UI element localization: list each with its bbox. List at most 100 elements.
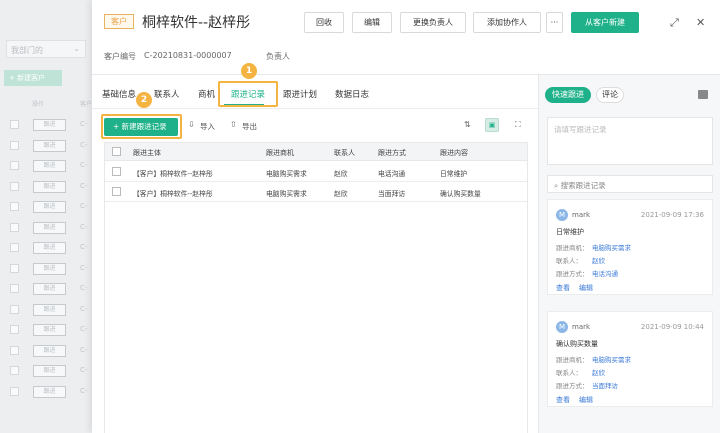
background-row-checkbox [10,222,19,232]
cell-subject[interactable]: 【客户】桐梓软件--赵梓彤 [133,168,213,178]
background-row-tag: 跟进 [33,201,66,213]
tab-basic-info[interactable]: 基础信息 [102,88,136,100]
card-contact-label: 联系人： [556,369,582,377]
background-row: 跟进 C- [0,196,92,218]
background-row: 跟进 C- [0,299,92,321]
background-row-id: C- [80,345,88,354]
background-row-id: C- [80,304,88,313]
search-icon: ⌕ [554,181,561,190]
tab-comments[interactable]: 评论 [596,87,624,103]
background-header-customer: 客户 [80,101,92,108]
follow-up-card: M mark 2021-09-09 10:44 确认购买数量 跟进商机： 电脑购买… [547,311,713,407]
cell-contact: 赵欣 [334,170,348,178]
card-opportunity: 跟进商机： 电脑购买需求 [556,242,631,252]
card-contact: 联系人： 赵欣 [556,367,605,377]
cell-content: 日常维护 [440,170,468,178]
expand-icon[interactable]: ⤢ [670,16,679,30]
edit-link[interactable]: 编辑 [579,284,593,292]
background-row: 跟进 C- [0,381,92,403]
avatar: M [556,321,568,333]
add-collaborator-button[interactable]: 添加协作人 [473,12,541,33]
background-row: 跟进 C- [0,237,92,259]
background-row-id: C- [80,202,88,210]
background-row-checkbox [10,181,19,191]
background-row-id: C- [80,120,88,128]
import-button[interactable]: 导入 [200,121,215,132]
tab-data-log[interactable]: 数据日志 [335,88,369,100]
table-row[interactable]: 【客户】桐梓软件--赵梓彤 电脑购买需求 赵欣 电话沟通 日常维护 [105,162,527,182]
recycle-button[interactable]: 回收 [304,12,344,33]
card-actions: 查看 编辑 [556,283,602,293]
collapse-sidebar-icon[interactable] [698,90,708,99]
card-title: 确认购买数量 [556,340,598,348]
more-button[interactable]: ··· [546,12,563,33]
row-checkbox[interactable] [112,187,121,196]
fullscreen-icon[interactable]: ⛶ [515,120,521,130]
select-all-checkbox[interactable] [112,147,121,156]
background-customer-list: 我部门的 ⌄ + 新建客户 操作 客户 跟进 C- 跟进 C- 跟进 C- 跟进 C- 跟进 C- 跟… [0,0,92,433]
card-actions: 查看 编辑 [556,395,602,405]
background-row-id: C- [80,243,88,251]
background-row: 跟进 C- [0,319,92,341]
card-opportunity-link[interactable]: 电脑购买需求 [592,354,631,364]
create-from-customer-button[interactable]: 从客户新建 [571,12,639,33]
tab-follow-up-plans[interactable]: 跟进计划 [283,88,317,100]
background-row-id: C- [80,386,88,395]
import-icon[interactable]: ⇩ [188,120,195,129]
follow-up-textarea[interactable]: 请填写跟进记录 [547,117,713,165]
close-icon[interactable]: ✕ [696,16,705,29]
search-records-input[interactable]: ⌕ 搜索跟进记录 [547,175,713,193]
card-contact-link[interactable]: 赵欣 [592,255,605,265]
card-date: 2021-09-09 17:36 [640,211,704,219]
department-select[interactable]: 我部门的 ⌄ [6,40,86,58]
cell-subject[interactable]: 【客户】桐梓软件--赵梓彤 [133,188,213,198]
background-row-checkbox [10,120,19,129]
background-row-checkbox [10,325,19,334]
edit-link[interactable]: 编辑 [579,396,593,404]
export-icon[interactable]: ⇧ [230,120,237,129]
tab-quick-follow-up[interactable]: 快速跟进 [545,87,591,103]
background-row-tag: 跟进 [33,119,66,131]
edit-button[interactable]: 编辑 [352,12,392,33]
background-row-checkbox [10,284,19,293]
card-view-icon[interactable]: ▣ [485,118,499,132]
detail-tabs: 基础信息 联系人 商机 跟进记录 跟进计划 数据日志 [92,80,540,108]
search-placeholder: 搜索跟进记录 [560,181,606,190]
tab-opportunities[interactable]: 商机 [198,88,215,100]
card-contact-label: 联系人： [556,257,582,265]
background-row: 跟进 C- [0,155,92,177]
chevron-down-icon: ⌄ [73,44,80,53]
row-checkbox[interactable] [112,167,121,176]
card-opportunity-label: 跟进商机： [556,356,589,364]
tab-contacts[interactable]: 联系人 [154,88,180,100]
card-contact: 联系人： 赵欣 [556,255,605,265]
department-select-label: 我部门的 [11,46,43,55]
new-customer-button[interactable]: + 新建客户 [4,70,62,86]
card-method-label: 跟进方式： [556,270,589,278]
background-row: 跟进 C- [0,217,92,239]
export-button[interactable]: 导出 [242,121,257,132]
view-link[interactable]: 查看 [556,284,570,292]
card-opportunity-link[interactable]: 电脑购买需求 [592,242,631,252]
background-row-id: C- [80,284,88,292]
cell-opportunity: 电脑购买需求 [266,190,307,198]
sort-icon[interactable]: ⇅ [464,120,471,129]
cell-method: 电话沟通 [378,170,406,178]
background-row-tag: 跟进 [33,139,66,152]
follow-up-table: 跟进主体 跟进商机 联系人 跟进方式 跟进内容 【客户】桐梓软件--赵梓彤 电脑… [104,142,528,433]
card-user: mark [572,211,591,219]
highlight-box-new-record [101,114,182,139]
card-method-value: 当面拜访 [592,382,618,390]
background-row-id: C- [80,222,88,231]
background-row: 跟进 C- [0,360,92,382]
card-contact-link[interactable]: 赵欣 [592,367,605,377]
card-date: 2021-09-09 10:44 [640,323,704,331]
card-method: 跟进方式： 当面拜访 [556,380,618,390]
background-row-tag: 跟进 [33,385,66,398]
background-row-id: C- [80,263,88,272]
table-row[interactable]: 【客户】桐梓软件--赵梓彤 电脑购买需求 赵欣 当面拜访 确认购买数量 [105,182,527,202]
change-owner-button[interactable]: 更换负责人 [400,12,466,33]
background-row-id: C- [80,140,88,149]
view-link[interactable]: 查看 [556,396,570,404]
card-opportunity: 跟进商机： 电脑购买需求 [556,354,631,364]
